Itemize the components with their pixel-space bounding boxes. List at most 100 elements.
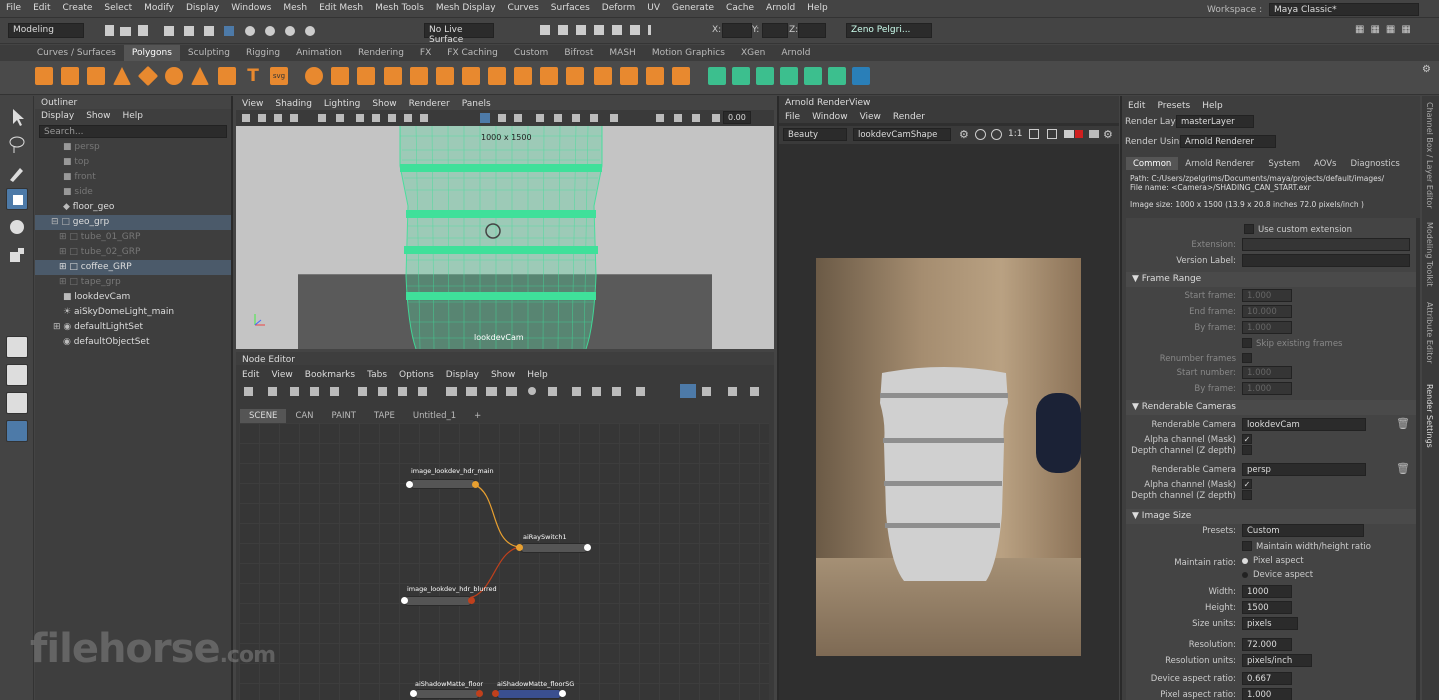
ne-layout-icon[interactable] bbox=[612, 387, 621, 396]
outliner-search-input[interactable]: Search... bbox=[39, 125, 227, 138]
aa-icon[interactable] bbox=[554, 114, 562, 122]
side-tab-modeling-toolkit[interactable]: Modeling Toolkit bbox=[1425, 222, 1434, 286]
skip-frames-checkbox[interactable] bbox=[1242, 338, 1252, 348]
quad-draw-icon[interactable] bbox=[672, 67, 690, 85]
shelf-tab-sculpting[interactable]: Sculpting bbox=[180, 45, 238, 61]
boolean-icon[interactable] bbox=[384, 67, 402, 85]
poly-torus-icon[interactable] bbox=[165, 67, 183, 85]
scale-tool-icon[interactable] bbox=[6, 244, 28, 266]
live-surface-field[interactable]: No Live Surface bbox=[424, 23, 494, 45]
ne-mode-icon[interactable] bbox=[680, 384, 696, 398]
outliner-item-floor-geo[interactable]: ◆ floor_geo bbox=[35, 200, 231, 215]
stop-render-icon[interactable] bbox=[1075, 130, 1083, 138]
ne-menu-display[interactable]: Display bbox=[440, 367, 485, 380]
ne-clear-icon[interactable] bbox=[330, 387, 339, 396]
renderable-camera-1-dropdown[interactable]: lookdevCam bbox=[1242, 418, 1366, 431]
menu-mesh-display[interactable]: Mesh Display bbox=[430, 0, 502, 13]
ne-output-icon[interactable] bbox=[310, 387, 319, 396]
by-frame2-field[interactable]: 1.000 bbox=[1242, 382, 1292, 395]
node-shadowmatte-sg[interactable] bbox=[497, 689, 561, 699]
shelf-tab-curves[interactable]: Curves / Surfaces bbox=[29, 45, 124, 61]
outliner-item-defaultobjectset[interactable]: ◉ defaultObjectSet bbox=[35, 335, 231, 350]
ipr-render-icon[interactable] bbox=[558, 25, 568, 35]
ne-settings-icon[interactable] bbox=[750, 387, 759, 396]
shadows-icon[interactable] bbox=[420, 114, 428, 122]
merge-icon[interactable] bbox=[566, 67, 584, 85]
size-units-dropdown[interactable]: pixels bbox=[1242, 617, 1298, 630]
dof-icon[interactable] bbox=[572, 114, 580, 122]
height-field[interactable]: 1500 bbox=[1242, 601, 1292, 614]
outliner-item-side[interactable]: ■ side bbox=[35, 185, 231, 200]
outliner-menu-show[interactable]: Show bbox=[80, 109, 116, 123]
menu-modify[interactable]: Modify bbox=[138, 0, 180, 13]
menu-surfaces[interactable]: Surfaces bbox=[545, 0, 596, 13]
lasso-tool-icon[interactable] bbox=[6, 134, 28, 156]
menu-uv[interactable]: UV bbox=[641, 0, 666, 13]
save-scene-icon[interactable] bbox=[138, 25, 148, 36]
shelf-tab-xgen[interactable]: XGen bbox=[733, 45, 773, 61]
mirror-icon[interactable] bbox=[410, 67, 428, 85]
rotate-tool-icon[interactable] bbox=[6, 216, 28, 238]
render-settings-scrollbar[interactable] bbox=[1416, 218, 1420, 700]
menu-file[interactable]: File bbox=[0, 0, 27, 13]
snapshot-icon[interactable] bbox=[1089, 130, 1099, 138]
uv-editor-icon[interactable] bbox=[804, 67, 822, 85]
outliner-item-lookdevcam[interactable]: ■ lookdevCam bbox=[35, 290, 231, 305]
bevel-icon[interactable] bbox=[488, 67, 506, 85]
node-airayswitch[interactable] bbox=[521, 543, 587, 553]
shelf-tab-fx[interactable]: FX bbox=[412, 45, 439, 61]
hud-icon[interactable] bbox=[674, 114, 682, 122]
multi-cut-icon[interactable] bbox=[594, 67, 612, 85]
outliner-item-defaultlightset[interactable]: ⊞ ◉ defaultLightSet bbox=[35, 320, 231, 335]
ne-pin-icon[interactable] bbox=[592, 387, 601, 396]
snap-view-icon[interactable] bbox=[285, 26, 295, 36]
wireframe-on-shaded-icon[interactable] bbox=[480, 113, 490, 123]
shelf-tab-rigging[interactable]: Rigging bbox=[238, 45, 288, 61]
device-aspect-ratio-field[interactable]: 0.667 bbox=[1242, 672, 1292, 685]
vp-menu-panels[interactable]: Panels bbox=[456, 96, 497, 109]
camera-dropdown[interactable]: lookdevCamShape bbox=[853, 128, 951, 141]
bookmark-icon[interactable] bbox=[274, 114, 282, 122]
res-units-dropdown[interactable]: pixels/inch bbox=[1242, 654, 1312, 667]
node-port-in[interactable] bbox=[406, 481, 413, 488]
frame-range-section[interactable]: ▼ Frame Range bbox=[1126, 272, 1416, 287]
rs-menu-help[interactable]: Help bbox=[1196, 98, 1229, 111]
ao-icon[interactable] bbox=[536, 114, 544, 122]
image-plane-icon[interactable] bbox=[290, 114, 298, 122]
menu-select[interactable]: Select bbox=[98, 0, 138, 13]
maintain-wh-checkbox[interactable] bbox=[1242, 541, 1252, 551]
ne-menu-help[interactable]: Help bbox=[521, 367, 554, 380]
z-field[interactable] bbox=[798, 23, 826, 38]
select-hierarchy-icon[interactable] bbox=[164, 26, 174, 36]
ne-simple-icon[interactable] bbox=[446, 387, 457, 396]
depth-2-checkbox[interactable] bbox=[1242, 490, 1252, 500]
film-gate-icon[interactable] bbox=[336, 114, 344, 122]
rs-tab-diagnostics[interactable]: Diagnostics bbox=[1343, 157, 1406, 171]
combine-icon[interactable] bbox=[305, 67, 323, 85]
ne-menu-options[interactable]: Options bbox=[393, 367, 440, 380]
smooth-icon[interactable] bbox=[357, 67, 375, 85]
ne-custom-icon[interactable] bbox=[506, 387, 517, 396]
shelf-gear-icon[interactable]: ⚙ bbox=[1422, 64, 1431, 75]
poly-pipe-icon[interactable] bbox=[218, 67, 236, 85]
layout-single-icon[interactable] bbox=[6, 336, 28, 358]
render-settings-icon[interactable] bbox=[576, 25, 586, 35]
shelf-tab-bifrost[interactable]: Bifrost bbox=[556, 45, 601, 61]
layout-four-icon[interactable] bbox=[6, 364, 28, 386]
uv-planar-icon[interactable] bbox=[708, 67, 726, 85]
gamma-value-icon[interactable] bbox=[712, 114, 720, 122]
outliner-layout-icon[interactable] bbox=[6, 420, 28, 442]
fill-hole-icon[interactable] bbox=[514, 67, 532, 85]
select-component-icon[interactable] bbox=[204, 26, 214, 36]
menu-edit[interactable]: Edit bbox=[27, 0, 56, 13]
svg-icon[interactable]: svg bbox=[270, 67, 288, 85]
outliner-item-tape-grp[interactable]: ⊞ □ tape_grp bbox=[35, 275, 231, 290]
start-number-field[interactable]: 1.000 bbox=[1242, 366, 1292, 379]
snap-point-icon[interactable] bbox=[265, 26, 275, 36]
vp-menu-lighting[interactable]: Lighting bbox=[318, 96, 366, 109]
outliner-menu-display[interactable]: Display bbox=[35, 109, 80, 123]
trash-icon[interactable]: 🗑 bbox=[1396, 462, 1410, 475]
uv-spherical-icon[interactable] bbox=[756, 67, 774, 85]
menu-display[interactable]: Display bbox=[180, 0, 225, 13]
ne-tab-untitled[interactable]: Untitled_1 bbox=[404, 409, 465, 423]
